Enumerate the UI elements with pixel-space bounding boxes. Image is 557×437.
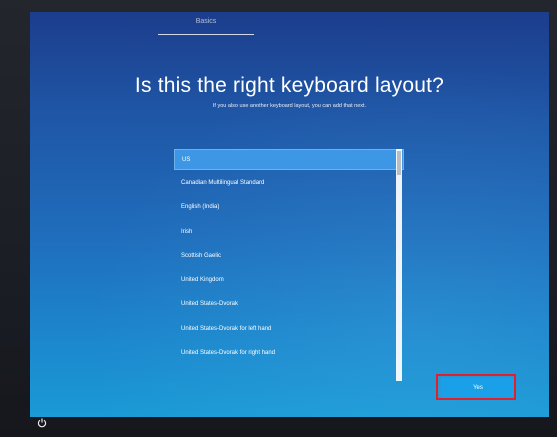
list-item-us[interactable]: US (174, 149, 404, 170)
page-subtitle: If you also use another keyboard layout,… (212, 103, 367, 109)
page-title: Is this the right keyboard layout? (134, 74, 445, 97)
list-item-scottish-gaelic[interactable]: Scottish Gaelic (174, 244, 404, 268)
setup-content: Is this the right keyboard layout? If yo… (30, 12, 549, 417)
list-item-united-kingdom[interactable]: United Kingdom (174, 268, 404, 292)
list-item-english-india[interactable]: English (India) (174, 195, 404, 219)
list-item-irish[interactable]: Irish (174, 220, 404, 244)
list-item-dvorak[interactable]: United States-Dvorak (174, 292, 404, 316)
list-item-dvorak-right[interactable]: United States-Dvorak for right hand (174, 341, 404, 365)
list-item-dvorak-left[interactable]: United States-Dvorak for left hand (174, 317, 404, 341)
list-item-canadian-multilingual[interactable]: Canadian Multilingual Standard (174, 171, 404, 195)
keyboard-layout-list[interactable]: US Canadian Multilingual Standard Englis… (174, 147, 404, 377)
power-icon[interactable] (36, 417, 48, 429)
list-scrollbar[interactable] (396, 149, 402, 381)
yes-button-highlight (436, 374, 516, 400)
scrollbar-thumb[interactable] (397, 151, 401, 175)
